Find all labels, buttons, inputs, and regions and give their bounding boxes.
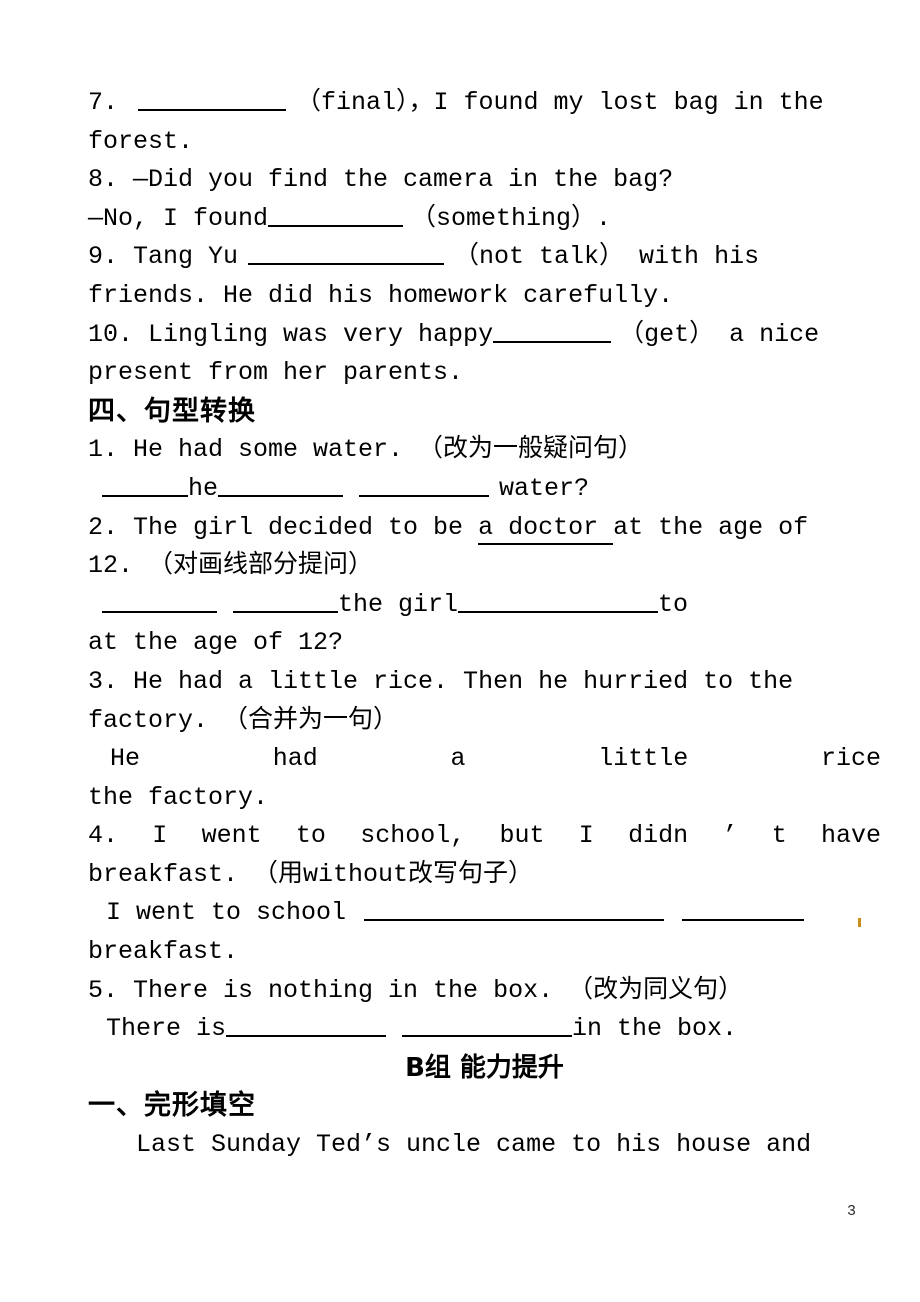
item-4-word-6: but: [499, 821, 545, 851]
cloze-passage-text: Last Sunday Ted’s uncle came to his hous…: [136, 1130, 812, 1160]
item-2-blank-2[interactable]: [233, 587, 338, 613]
item-4-word-8: didn: [628, 821, 689, 851]
item-1-mid-word: he: [188, 473, 219, 503]
item-4-word-11: have: [820, 821, 881, 851]
item-3-word-4: little: [598, 744, 689, 774]
item-4-word-4: to: [295, 821, 326, 851]
section-four-item-1-prompt: 1. He had some water. （改为一般疑问句）: [88, 435, 644, 465]
section-four-item-4-prompt-line2: breakfast. （用without改写句子）: [88, 856, 881, 895]
stray-ink-mark: [858, 918, 861, 928]
item-4-word-3: went: [201, 821, 262, 851]
exercise-item-8-line1: 8. —Did you find the camera in the bag?: [88, 165, 674, 195]
item-8-text-before: —No, I found: [88, 203, 269, 233]
section-four-item-3-answer-line1: He had a little rice: [88, 740, 881, 779]
item-4-word-5: school,: [360, 821, 466, 851]
exercise-item-10-line2: present from her parents.: [88, 358, 464, 388]
item-4-word-10: t: [771, 821, 787, 851]
item-8-text-after: （something）.: [411, 203, 612, 233]
item-2-mid-words: the girl: [338, 589, 459, 619]
item-3-word-3: a: [450, 744, 466, 774]
section-four-item-2-answer-line1: the girl to: [88, 586, 881, 625]
section-four-item-3-answer-line2: the factory.: [88, 782, 269, 812]
item-4-blank-1[interactable]: [364, 896, 665, 922]
item-3-word-1: He: [110, 744, 141, 774]
section-four-item-3-prompt-line2: factory. （合并为一句）: [88, 705, 399, 735]
item-2-blank-3[interactable]: [458, 587, 659, 613]
item-7-text-after: （final），I found my lost bag in the: [296, 88, 824, 117]
exercise-item-9-line2: friends. He did his homework carefully.: [88, 280, 674, 310]
exercise-item-9-line1: 9. Tang Yu （not talk） with his: [88, 238, 881, 277]
document-page: 7. （final），I found my lost bag in the for…: [0, 0, 920, 1302]
cloze-passage-line1: Last Sunday Ted’s uncle came to his hous…: [88, 1126, 881, 1165]
item-9-text-after: （not talk） with his: [454, 242, 760, 272]
section-four-item-1-answer: he water?: [88, 470, 881, 509]
item-4-word-2: I: [152, 821, 168, 851]
item-4-prompt-line2-text: breakfast. （用without改写句子）: [88, 859, 534, 889]
item-1-blank-1[interactable]: [102, 471, 188, 497]
item-5-answer-prefix: There is: [106, 1014, 227, 1044]
item-10-text-after: （get） a nice: [619, 319, 820, 349]
exercise-item-7-line2: forest.: [88, 126, 194, 156]
exercise-item-7-line1: 7. （final），I found my lost bag in the: [88, 84, 881, 123]
item-2-blank-1[interactable]: [102, 587, 217, 613]
page-content: 7. （final），I found my lost bag in the for…: [88, 84, 881, 1165]
section-four-item-4-answer-line1: I went to school: [88, 894, 881, 933]
item-4-word-7: I: [578, 821, 594, 851]
item-7-number: 7.: [88, 88, 119, 117]
section-b-title: B组 能力提升: [405, 1052, 564, 1083]
item-4-word-9: ’: [722, 821, 738, 851]
item-5-answer-suffix: in the box.: [572, 1014, 738, 1044]
item-2-prompt-part1: 2. The girl decided to be: [88, 512, 479, 542]
item-3-word-2: had: [272, 744, 318, 774]
section-four-item-5-prompt: 5. There is nothing in the box. （改为同义句）: [88, 975, 744, 1005]
item-1-blank-3[interactable]: [359, 471, 490, 497]
exercise-item-10-line1: 10. Lingling was very happy （get） a nice: [88, 316, 881, 355]
item-3-word-5: rice: [820, 744, 881, 774]
section-four-item-5-answer: There is in the box.: [88, 1010, 881, 1049]
item-4-blank-2[interactable]: [682, 896, 805, 922]
exercise-item-8-line2: —No, I found （something）.: [88, 200, 881, 239]
page-number: 3: [846, 1203, 856, 1220]
section-four-heading: 四、句型转换: [88, 395, 256, 427]
item-5-blank-1[interactable]: [226, 1012, 387, 1038]
item-8-blank[interactable]: [268, 201, 404, 227]
item-1-blank-2[interactable]: [218, 471, 344, 497]
item-2-prompt-part2: at the age of: [613, 512, 809, 542]
item-7-blank[interactable]: [138, 85, 287, 111]
item-1-tail-word: water?: [499, 473, 590, 503]
section-one-heading: 一、完形填空: [88, 1090, 256, 1122]
item-9-text-before: 9. Tang Yu: [88, 242, 239, 272]
item-9-blank[interactable]: [248, 240, 445, 266]
section-four-item-4-prompt-line1: 4. I went to school, but I didn ’ t have: [88, 817, 881, 856]
section-four-item-2-answer-line2: at the age of 12?: [88, 628, 344, 658]
item-4-word-1: 4.: [88, 821, 119, 851]
item-10-blank[interactable]: [493, 317, 612, 343]
section-four-item-3-prompt-line1: 3. He had a little rice. Then he hurried…: [88, 666, 794, 696]
section-four-item-2-prompt-line1: 2. The girl decided to be a doctor at th…: [88, 509, 881, 548]
item-2-tail-word: to: [658, 589, 689, 619]
section-four-item-4-answer-line2: breakfast.: [88, 937, 239, 967]
section-four-item-2-prompt-line2: 12. （对画线部分提问）: [88, 551, 374, 581]
item-2-underlined-phrase: a doctor: [478, 512, 614, 545]
item-10-text-before: 10. Lingling was very happy: [88, 319, 494, 349]
item-5-blank-2[interactable]: [402, 1012, 573, 1038]
item-4-answer-prefix: I went to school: [106, 898, 347, 928]
